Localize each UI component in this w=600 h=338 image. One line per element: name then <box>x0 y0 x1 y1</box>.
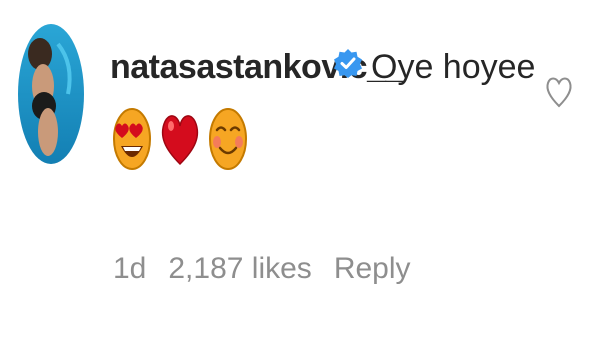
reply-button[interactable]: Reply <box>334 252 411 286</box>
comment-timestamp[interactable]: 1d <box>113 252 146 286</box>
comment-meta: 1d 2,187 likes Reply <box>113 252 411 286</box>
smiling-face-emoji <box>208 106 248 172</box>
avatar[interactable] <box>18 24 84 164</box>
red-heart-emoji <box>160 106 200 172</box>
comment-text: Oye hoyee <box>371 48 536 86</box>
comment-item: natasastankovic__ Oye hoyee 1d 2,187 lik… <box>0 0 600 338</box>
comment-likes-count[interactable]: 2,187 likes <box>168 252 311 286</box>
emoji-row <box>112 106 248 172</box>
verified-badge-icon <box>333 48 363 78</box>
heart-eyes-emoji <box>112 106 152 172</box>
heart-outline-icon[interactable] <box>545 72 573 110</box>
